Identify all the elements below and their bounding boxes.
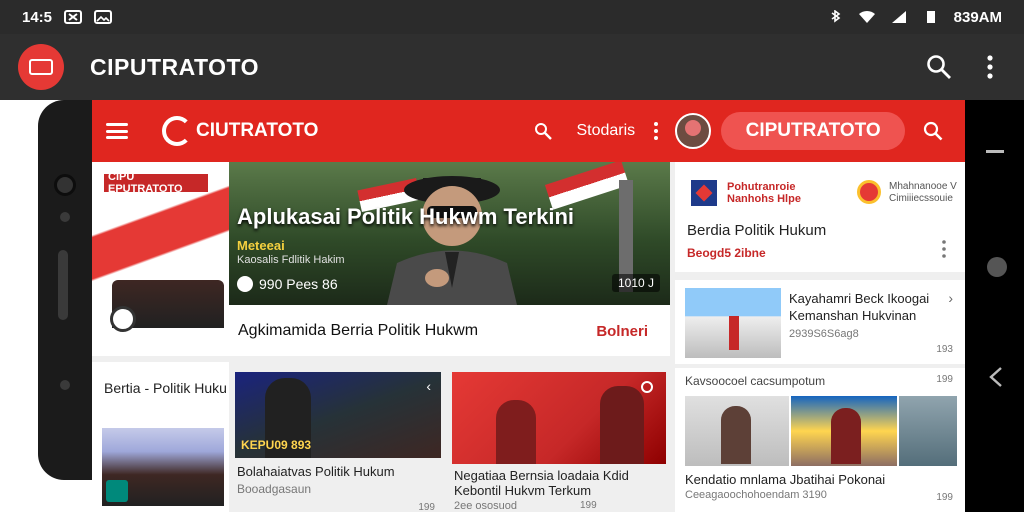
card-meta: Beogd5 2ibne [687,246,766,260]
search-icon[interactable] [640,380,656,396]
home-icon[interactable] [986,256,1008,278]
card-thumbnail[interactable] [102,428,224,506]
app-logo[interactable] [18,44,64,90]
video-card[interactable]: KEPU09 893 ‹ Bolahaiatvas Politik Hukum … [235,372,441,512]
toolbar-link[interactable]: Stodaris [576,122,635,140]
hero-meta-text: 990 Pees 86 [259,276,338,292]
share-icon[interactable]: ‹ [426,378,431,394]
card-duration: 199 [580,500,597,511]
card-title[interactable]: Berdia Politik Hukum [687,222,826,239]
hero-thumbnail[interactable]: CIPU EPUTRATOTO [92,162,229,356]
app-toolbar: CIUTRATOTO Stodaris CIPUTRATOTO [92,100,965,162]
image-icon [94,10,113,24]
video-card[interactable]: Negatiaa Bernsia loadaia Kdid Kebontil H… [452,372,666,512]
card-thumbnail[interactable] [685,288,781,358]
card-header-duration: 199 [936,374,953,385]
card-meta: Ceeagaoochohoendam 3190 [685,489,827,501]
card-title[interactable]: Kendatio mnlama Jbatihai Pokonai [685,472,885,487]
publisher-name: Mhahnanooe V Cimiiiecssouie [889,181,959,205]
screen-root: 14:5 839AM CIPUTRATOTO CIUTRATOTO Stodar… [0,0,1024,512]
news-card[interactable]: Pohutranroie Nanhohs Hlpe Mhahnanooe V C… [675,162,965,272]
phone-frame-right [965,100,1024,512]
publisher-name-line: Nanhohs Hlpe [727,193,801,205]
battery-icon [926,11,935,23]
hero-duration: 1010 J [611,274,660,292]
app-bar: CIPUTRATOTO [0,34,1024,100]
device-screen: CIUTRATOTO Stodaris CIPUTRATOTO CIPU EPU… [92,100,965,512]
flag-image [544,162,630,210]
toolbar-search-icon[interactable] [534,122,553,140]
card-thumbnail[interactable] [791,396,897,466]
card-thumbnail[interactable] [899,396,957,466]
sensor-dot [60,212,70,222]
card-header: Kavsoocoel cacsumpotum [685,374,826,388]
hero-meta: 990 Pees 86 [237,276,338,292]
comment-icon [237,276,253,292]
toolbar-pill-button[interactable]: CIPUTRATOTO [721,112,906,150]
hero-title[interactable]: Aplukasai Politik Hukwm Terkini [237,204,574,230]
menu-icon[interactable] [106,123,128,139]
card-meta: 2939S6S6ag8 [789,328,859,340]
card-thumbnail[interactable]: KEPU09 893 ‹ [235,372,441,458]
more-vert-icon[interactable] [986,55,994,79]
search-icon[interactable] [926,54,952,80]
signal-icon [891,11,906,23]
chevron-right-icon[interactable]: › [948,290,953,306]
thumbnail-overlay-text: KEPU09 893 [241,438,312,452]
card-title[interactable]: Negatiaa Bernsia loadaia Kdid Kebontil H… [454,468,654,498]
hero-badge: CIPU EPUTRATOTO [104,171,208,195]
camera [54,174,76,196]
section-card[interactable]: Bertia - Politik Huku [92,362,229,512]
app-title: CIPUTRATOTO [90,53,260,80]
sensor-dot [60,380,70,390]
hero-caption[interactable]: Agkimamida Berria Politik Hukwm [238,322,478,340]
app-badge-icon [106,480,128,502]
card-title[interactable]: Kayahamri Beck Ikoogai Kemanshan Hukvina… [789,290,939,324]
avatar[interactable] [675,113,712,149]
publisher-name-line: Mhahnanooe V [889,181,957,192]
card-thumbnail[interactable] [685,396,789,466]
card-duration: 199 [418,502,435,512]
more-vert-icon[interactable] [941,240,947,258]
section-label[interactable]: Bertia - Politik Huku [104,380,227,396]
status-time: 14:5 [22,8,53,26]
bluetooth-icon [831,10,840,23]
news-card[interactable]: Kayahamri Beck Ikoogai Kemanshan Hukvina… [675,280,965,364]
publisher-name-line: Pohutranroie [727,181,796,193]
brand[interactable]: CIUTRATOTO [162,116,318,146]
card-title[interactable]: Bolahaiatvas Politik Hukum [237,464,395,479]
side-button [58,250,68,320]
hero-link[interactable]: Bolneri [596,323,648,340]
status-bar: 14:5 839AM [0,0,1024,34]
play-icon[interactable] [110,306,136,332]
person-image [387,176,517,305]
publisher-logo-icon [857,180,881,204]
publisher-name-line: Cimiiiecssouie [889,193,953,204]
card-meta: Booadgasaun [237,482,312,496]
close-square-icon [64,10,83,24]
card-duration: 193 [936,344,953,355]
hero-subtitle-2: Kaosalis Fdlitik Hakim [237,254,345,266]
card-duration: 199 [936,492,953,503]
phone-frame-left [38,100,92,480]
news-card[interactable]: Kavsoocoel cacsumpotum 199 Kendatio mnla… [675,368,965,512]
hero-image[interactable]: Aplukasai Politik Hukwm Terkini Meteeai … [229,162,670,305]
hero-subtitle: Meteeai [237,238,285,253]
search-icon[interactable] [923,121,943,141]
toolbar-more-icon[interactable] [653,122,659,140]
brand-logo-icon [162,116,192,146]
wifi-icon [858,10,875,23]
publisher-name: Pohutranroie Nanhohs Hlpe [727,181,847,205]
card-thumbnail[interactable] [452,372,666,464]
recent-apps-icon[interactable] [986,150,1004,154]
publisher-logo-icon [691,180,717,206]
status-right-text: 839AM [953,8,1002,26]
back-icon[interactable] [988,366,1004,388]
hero-card[interactable]: CIPU EPUTRATOTO Aplukasai Politik Hukwm … [92,162,670,356]
card-meta: 2ee ososuod [454,500,517,512]
brand-name: CIUTRATOTO [196,120,319,141]
